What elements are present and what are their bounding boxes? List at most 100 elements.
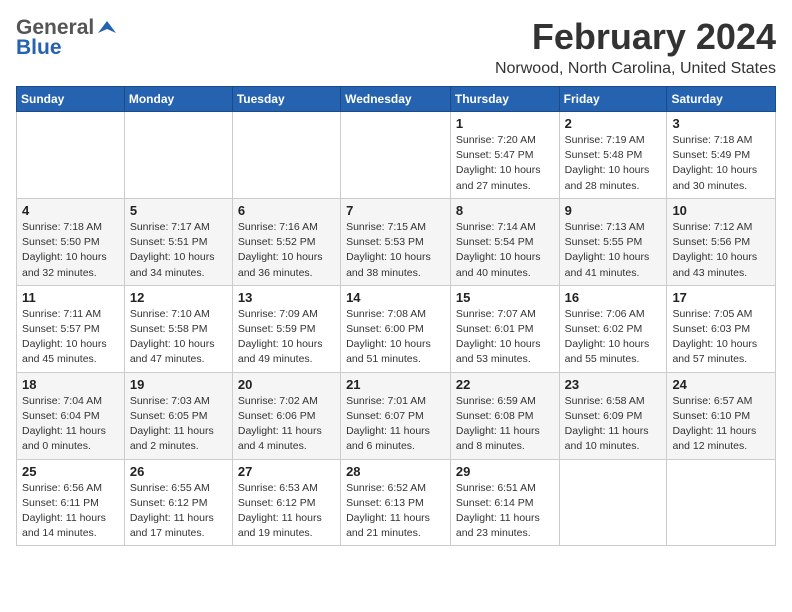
day-info: Sunrise: 6:59 AM Sunset: 6:08 PM Dayligh… (456, 394, 554, 455)
table-row: 6 Sunrise: 7:16 AM Sunset: 5:52 PM Daylig… (232, 198, 340, 285)
day-info: Sunrise: 7:16 AM Sunset: 5:52 PM Dayligh… (238, 220, 335, 281)
day-number: 6 (238, 203, 335, 218)
table-row: 11 Sunrise: 7:11 AM Sunset: 5:57 PM Dayli… (17, 285, 125, 372)
header-monday: Monday (124, 87, 232, 112)
table-row: 14Sunrise: 7:08 AM Sunset: 6:00 PM Dayli… (341, 285, 451, 372)
day-number: 24 (672, 377, 770, 392)
day-number: 7 (346, 203, 445, 218)
day-number: 12 (130, 290, 227, 305)
day-number: 5 (130, 203, 227, 218)
day-info: Sunrise: 6:55 AM Sunset: 6:12 PM Dayligh… (130, 481, 227, 542)
day-info: Sunrise: 7:19 AM Sunset: 5:48 PM Dayligh… (565, 133, 662, 194)
calendar-week-row: 25 Sunrise: 6:56 AM Sunset: 6:11 PM Dayli… (17, 459, 776, 546)
day-number: 13 (238, 290, 335, 305)
day-info: Sunrise: 7:01 AM Sunset: 6:07 PM Dayligh… (346, 394, 445, 455)
day-info: Sunrise: 7:14 AM Sunset: 5:54 PM Dayligh… (456, 220, 554, 281)
header: General Blue February 2024 Norwood, Nort… (16, 16, 776, 78)
table-row: 8 Sunrise: 7:14 AM Sunset: 5:54 PM Daylig… (450, 198, 559, 285)
day-info: Sunrise: 6:56 AM Sunset: 6:11 PM Dayligh… (22, 481, 119, 542)
day-number: 17 (672, 290, 770, 305)
day-number: 9 (565, 203, 662, 218)
location-title: Norwood, North Carolina, United States (495, 60, 776, 78)
day-number: 22 (456, 377, 554, 392)
day-info: Sunrise: 7:12 AM Sunset: 5:56 PM Dayligh… (672, 220, 770, 281)
header-thursday: Thursday (450, 87, 559, 112)
table-row: 19 Sunrise: 7:03 AM Sunset: 6:05 PM Dayli… (124, 372, 232, 459)
day-info: Sunrise: 7:17 AM Sunset: 5:51 PM Dayligh… (130, 220, 227, 281)
title-block: February 2024 Norwood, North Carolina, U… (495, 16, 776, 78)
header-friday: Friday (559, 87, 667, 112)
day-info: Sunrise: 7:11 AM Sunset: 5:57 PM Dayligh… (22, 307, 119, 368)
day-info: Sunrise: 7:13 AM Sunset: 5:55 PM Dayligh… (565, 220, 662, 281)
day-number: 3 (672, 116, 770, 131)
logo: General Blue (16, 16, 118, 60)
table-row: 18Sunrise: 7:04 AM Sunset: 6:04 PM Dayli… (17, 372, 125, 459)
day-info: Sunrise: 6:53 AM Sunset: 6:12 PM Dayligh… (238, 481, 335, 542)
table-row (341, 112, 451, 199)
header-wednesday: Wednesday (341, 87, 451, 112)
day-number: 21 (346, 377, 445, 392)
calendar-week-row: 1 Sunrise: 7:20 AM Sunset: 5:47 PM Daylig… (17, 112, 776, 199)
day-info: Sunrise: 7:07 AM Sunset: 6:01 PM Dayligh… (456, 307, 554, 368)
day-number: 20 (238, 377, 335, 392)
day-info: Sunrise: 7:09 AM Sunset: 5:59 PM Dayligh… (238, 307, 335, 368)
table-row: 29Sunrise: 6:51 AM Sunset: 6:14 PM Dayli… (450, 459, 559, 546)
month-title: February 2024 (495, 16, 776, 58)
day-number: 28 (346, 464, 445, 479)
day-info: Sunrise: 7:06 AM Sunset: 6:02 PM Dayligh… (565, 307, 662, 368)
day-number: 25 (22, 464, 119, 479)
table-row: 22 Sunrise: 6:59 AM Sunset: 6:08 PM Dayli… (450, 372, 559, 459)
table-row (667, 459, 776, 546)
day-info: Sunrise: 7:08 AM Sunset: 6:00 PM Dayligh… (346, 307, 445, 368)
day-number: 1 (456, 116, 554, 131)
calendar-week-row: 11 Sunrise: 7:11 AM Sunset: 5:57 PM Dayli… (17, 285, 776, 372)
day-info: Sunrise: 7:20 AM Sunset: 5:47 PM Dayligh… (456, 133, 554, 194)
table-row: 28 Sunrise: 6:52 AM Sunset: 6:13 PM Dayli… (341, 459, 451, 546)
table-row (559, 459, 667, 546)
table-row (124, 112, 232, 199)
table-row: 2Sunrise: 7:19 AM Sunset: 5:48 PM Daylig… (559, 112, 667, 199)
day-info: Sunrise: 7:10 AM Sunset: 5:58 PM Dayligh… (130, 307, 227, 368)
table-row (232, 112, 340, 199)
day-number: 26 (130, 464, 227, 479)
day-info: Sunrise: 7:05 AM Sunset: 6:03 PM Dayligh… (672, 307, 770, 368)
day-info: Sunrise: 7:18 AM Sunset: 5:49 PM Dayligh… (672, 133, 770, 194)
table-row: 12 Sunrise: 7:10 AM Sunset: 5:58 PM Dayli… (124, 285, 232, 372)
day-number: 8 (456, 203, 554, 218)
day-number: 4 (22, 203, 119, 218)
day-info: Sunrise: 6:57 AM Sunset: 6:10 PM Dayligh… (672, 394, 770, 455)
day-info: Sunrise: 7:03 AM Sunset: 6:05 PM Dayligh… (130, 394, 227, 455)
day-number: 23 (565, 377, 662, 392)
day-number: 16 (565, 290, 662, 305)
table-row: 20 Sunrise: 7:02 AM Sunset: 6:06 PM Dayli… (232, 372, 340, 459)
day-number: 27 (238, 464, 335, 479)
calendar-header-row: Sunday Monday Tuesday Wednesday Thursday… (17, 87, 776, 112)
table-row: 9 Sunrise: 7:13 AM Sunset: 5:55 PM Daylig… (559, 198, 667, 285)
logo-bird-icon (96, 17, 118, 40)
table-row: 4Sunrise: 7:18 AM Sunset: 5:50 PM Daylig… (17, 198, 125, 285)
table-row: 3 Sunrise: 7:18 AM Sunset: 5:49 PM Daylig… (667, 112, 776, 199)
table-row (17, 112, 125, 199)
table-row: 21 Sunrise: 7:01 AM Sunset: 6:07 PM Dayli… (341, 372, 451, 459)
logo-block: General Blue (16, 16, 118, 60)
table-row: 10Sunrise: 7:12 AM Sunset: 5:56 PM Dayli… (667, 198, 776, 285)
header-tuesday: Tuesday (232, 87, 340, 112)
header-sunday: Sunday (17, 87, 125, 112)
table-row: 27 Sunrise: 6:53 AM Sunset: 6:12 PM Dayli… (232, 459, 340, 546)
table-row: 5 Sunrise: 7:17 AM Sunset: 5:51 PM Daylig… (124, 198, 232, 285)
calendar-week-row: 18Sunrise: 7:04 AM Sunset: 6:04 PM Dayli… (17, 372, 776, 459)
day-number: 15 (456, 290, 554, 305)
table-row: 1 Sunrise: 7:20 AM Sunset: 5:47 PM Daylig… (450, 112, 559, 199)
table-row: 23 Sunrise: 6:58 AM Sunset: 6:09 PM Dayli… (559, 372, 667, 459)
day-info: Sunrise: 7:04 AM Sunset: 6:04 PM Dayligh… (22, 394, 119, 455)
table-row: 26 Sunrise: 6:55 AM Sunset: 6:12 PM Dayli… (124, 459, 232, 546)
day-number: 29 (456, 464, 554, 479)
day-info: Sunrise: 6:58 AM Sunset: 6:09 PM Dayligh… (565, 394, 662, 455)
table-row: 24 Sunrise: 6:57 AM Sunset: 6:10 PM Dayli… (667, 372, 776, 459)
day-number: 19 (130, 377, 227, 392)
header-saturday: Saturday (667, 87, 776, 112)
calendar-week-row: 4Sunrise: 7:18 AM Sunset: 5:50 PM Daylig… (17, 198, 776, 285)
day-info: Sunrise: 6:52 AM Sunset: 6:13 PM Dayligh… (346, 481, 445, 542)
day-number: 11 (22, 290, 119, 305)
day-info: Sunrise: 7:02 AM Sunset: 6:06 PM Dayligh… (238, 394, 335, 455)
